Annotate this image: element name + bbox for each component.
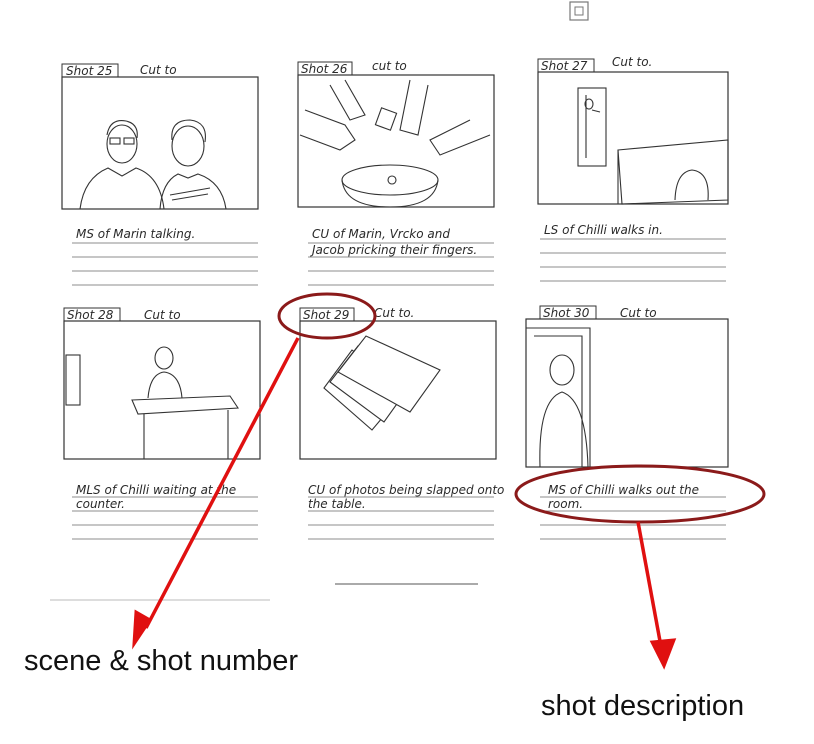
panel-shot-29: Shot 29 Cut to. CU of photos being slapp… bbox=[299, 306, 504, 540]
shot-description-line-1: CU of Marin, Vrcko and bbox=[312, 227, 450, 241]
panel-frame bbox=[61, 76, 259, 210]
shot-description-line-2: the table. bbox=[308, 497, 366, 511]
transition-note: Cut to bbox=[140, 63, 177, 77]
panel-frame bbox=[297, 74, 495, 208]
shot-description-line-1: MS of Chilli walks out the bbox=[548, 483, 699, 497]
transition-note: Cut to. bbox=[612, 55, 652, 69]
panel-shot-25: Shot 25 Cut to MS of Marin talking. bbox=[61, 63, 259, 286]
shot-description-line-1: MS of Marin talking. bbox=[76, 227, 195, 241]
panel-frame bbox=[525, 318, 729, 468]
panel-shot-26: Shot 26 cut to CU of Marin, Vrcko and Ja… bbox=[297, 59, 495, 286]
shot-number: Shot 30 bbox=[543, 306, 590, 320]
transition-note: cut to bbox=[372, 59, 407, 73]
panel-shot-30: Shot 30 Cut to MS of Chilli walks out th… bbox=[525, 305, 729, 540]
transition-note: Cut to bbox=[144, 308, 181, 322]
shot-number: Shot 25 bbox=[66, 64, 112, 78]
shot-number: Shot 29 bbox=[303, 308, 349, 322]
storyboard-sheet: Shot 25 Cut to MS of Marin talking. Shot… bbox=[50, 1, 729, 601]
shot-description-line-2: Jacob pricking their fingers. bbox=[310, 243, 477, 257]
shot-number-caption: scene & shot number bbox=[24, 645, 299, 677]
corner-mark-icon bbox=[569, 1, 589, 21]
shot-description-line-2: room. bbox=[548, 497, 583, 511]
shot-number: Shot 27 bbox=[541, 59, 588, 73]
panel-frame bbox=[63, 320, 261, 460]
shot-description-line-1: MLS of Chilli waiting at the bbox=[76, 483, 236, 497]
panel-shot-27: Shot 27 Cut to. LS of Chilli walks in. bbox=[537, 55, 729, 282]
shot-description-line-1: CU of photos being slapped onto bbox=[308, 483, 504, 497]
transition-note: Cut to bbox=[620, 306, 657, 320]
shot-number: Shot 28 bbox=[67, 308, 114, 322]
ruled-lines bbox=[72, 242, 258, 286]
panel-frame bbox=[537, 71, 729, 205]
ruled-lines bbox=[540, 238, 726, 282]
shot-number: Shot 26 bbox=[301, 62, 348, 76]
panel-shot-28: Shot 28 Cut to MLS of Chilli waiting at … bbox=[63, 307, 261, 540]
transition-note: Cut to. bbox=[374, 306, 414, 320]
shot-description-line-1: LS of Chilli walks in. bbox=[544, 223, 663, 237]
shot-description-line-2: counter. bbox=[76, 497, 125, 511]
shot-description-caption: shot description bbox=[541, 690, 745, 722]
